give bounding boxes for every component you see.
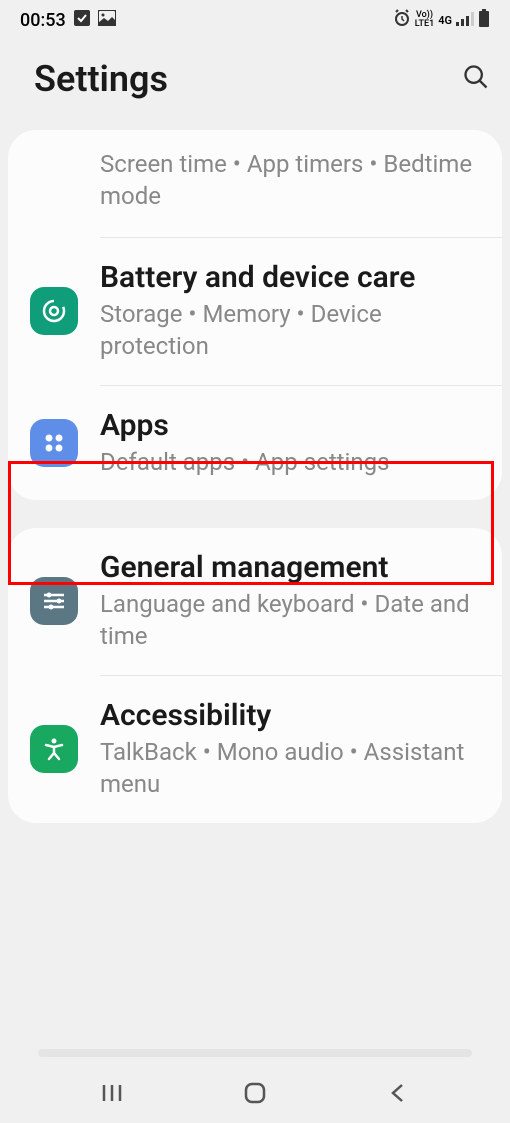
settings-item-apps[interactable]: Apps Default apps • App settings (8, 386, 502, 500)
volte-indicator: Vo)) LTE1 (415, 11, 434, 29)
status-left: 00:53 (20, 10, 116, 31)
item-text: General management Language and keyboard… (100, 550, 480, 653)
item-title: Apps (100, 408, 480, 444)
alarm-icon (393, 9, 411, 32)
status-time: 00:53 (20, 10, 66, 31)
signal-icon (456, 10, 474, 31)
item-title: Battery and device care (100, 260, 480, 296)
search-button[interactable] (462, 63, 490, 95)
general-management-icon (30, 577, 78, 625)
checkbox-notification-icon (74, 10, 90, 31)
item-text: Screen time • App timers • Bedtime mode (100, 148, 480, 213)
header: Settings (0, 40, 510, 130)
item-text: Battery and device care Storage • Memory… (100, 260, 480, 363)
item-subtitle: Screen time • App timers • Bedtime mode (100, 148, 480, 213)
settings-card-1: Screen time • App timers • Bedtime mode … (8, 130, 502, 500)
settings-item-general-management[interactable]: General management Language and keyboard… (8, 528, 502, 675)
navigation-bar (0, 1063, 510, 1123)
search-icon (462, 63, 490, 91)
recent-apps-button[interactable] (82, 1073, 142, 1113)
settings-item-accessibility[interactable]: Accessibility TalkBack • Mono audio • As… (8, 676, 502, 823)
settings-card-2: General management Language and keyboard… (8, 528, 502, 823)
accessibility-icon (30, 725, 78, 773)
item-text: Accessibility TalkBack • Mono audio • As… (100, 698, 480, 801)
page-title: Settings (34, 58, 168, 100)
item-title: Accessibility (100, 698, 480, 734)
scroll-indicator (38, 1049, 472, 1057)
item-subtitle: Language and keyboard • Date and time (100, 588, 480, 653)
item-subtitle: Storage • Memory • Device protection (100, 298, 480, 363)
status-bar: 00:53 Vo)) LTE1 4G (0, 0, 510, 40)
battery-icon (478, 9, 490, 32)
recent-icon (101, 1082, 123, 1104)
item-subtitle: Default apps • App settings (100, 446, 480, 478)
image-notification-icon (98, 10, 116, 31)
back-icon (388, 1081, 408, 1105)
item-title: General management (100, 550, 480, 586)
item-text: Apps Default apps • App settings (100, 408, 480, 478)
status-right: Vo)) LTE1 4G (393, 9, 490, 32)
settings-item-battery-device-care[interactable]: Battery and device care Storage • Memory… (8, 238, 502, 385)
home-button[interactable] (225, 1073, 285, 1113)
battery-care-icon (30, 287, 78, 335)
network-generation: 4G (438, 14, 452, 27)
home-icon (243, 1081, 267, 1105)
settings-item-digital-wellbeing-partial[interactable]: Screen time • App timers • Bedtime mode (8, 130, 502, 237)
apps-icon (30, 419, 78, 467)
back-button[interactable] (368, 1073, 428, 1113)
item-subtitle: TalkBack • Mono audio • Assistant menu (100, 736, 480, 801)
